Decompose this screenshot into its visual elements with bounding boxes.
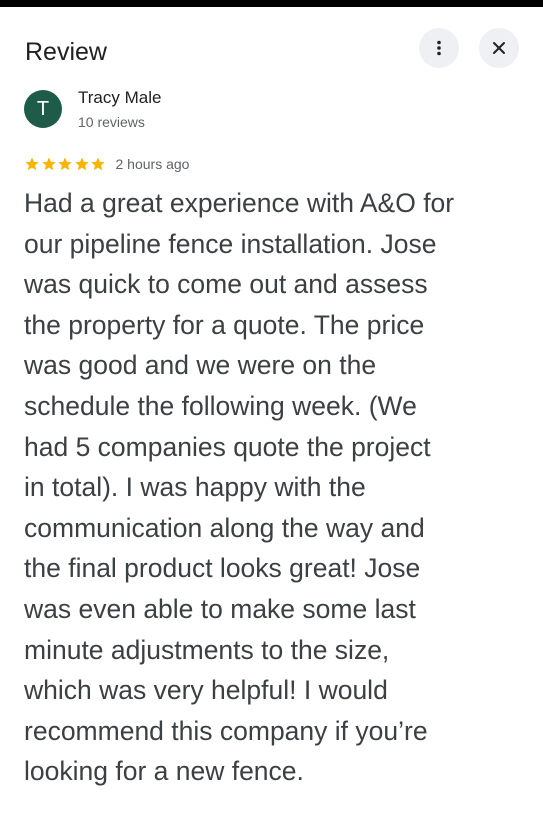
- star-icon: [41, 157, 56, 171]
- review-text: Had a great experience with A&O for our …: [24, 188, 455, 787]
- review-time: 2 hours ago: [115, 156, 190, 172]
- reviewer-name[interactable]: Tracy Male: [78, 87, 161, 109]
- more-vert-icon: [437, 40, 441, 56]
- star-icon: [91, 157, 105, 171]
- star-icon: [25, 157, 39, 171]
- star-icon: [58, 157, 72, 171]
- review-count: 10 reviews: [78, 114, 145, 130]
- avatar-initial: T: [36, 98, 50, 120]
- more-options-button[interactable]: [419, 28, 459, 68]
- close-icon: [493, 42, 505, 54]
- star-rating: [24, 156, 107, 172]
- status-bar: [0, 0, 543, 7]
- page-title: Review: [25, 38, 107, 66]
- star-icon: [74, 157, 89, 171]
- close-button[interactable]: [479, 28, 519, 68]
- rating-row: 2 hours ago: [24, 153, 189, 175]
- avatar[interactable]: T: [24, 90, 62, 128]
